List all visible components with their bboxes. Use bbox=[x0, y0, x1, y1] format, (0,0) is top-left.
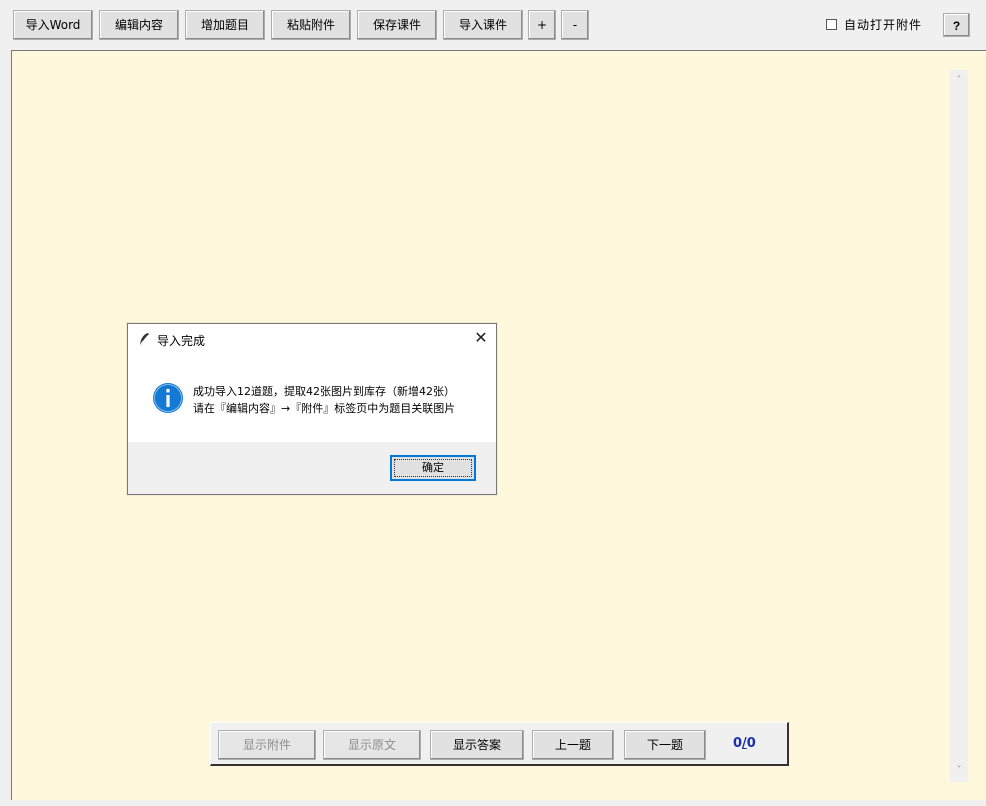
vertical-scrollbar[interactable]: ˄ ˅ bbox=[950, 70, 968, 782]
import-word-button[interactable]: 导入Word bbox=[13, 10, 93, 40]
show-answer-button[interactable]: 显示答案 bbox=[430, 730, 524, 760]
scroll-down-icon[interactable]: ˅ bbox=[950, 762, 968, 780]
import-complete-dialog: 导入完成 ✕ 成功导入12道题，提取42张图片到库存（新增42张） 请在『编辑内… bbox=[127, 323, 497, 495]
dialog-message-line1: 成功导入12道题，提取42张图片到库存（新增42张） bbox=[193, 385, 455, 398]
feather-icon bbox=[139, 333, 149, 346]
focus-ring bbox=[394, 459, 472, 477]
zoom-out-button[interactable]: - bbox=[561, 10, 589, 40]
info-icon bbox=[153, 383, 183, 413]
dialog-message-line2: 请在『编辑内容』→『附件』标签页中为题目关联图片 bbox=[193, 402, 456, 415]
zoom-in-button[interactable]: + bbox=[528, 10, 556, 40]
toolbar: 导入Word 编辑内容 增加题目 粘贴附件 保存课件 导入课件 + - 自动打开… bbox=[0, 0, 986, 48]
edit-content-button[interactable]: 编辑内容 bbox=[99, 10, 179, 40]
ok-button[interactable]: 确定 bbox=[390, 455, 476, 481]
scroll-up-icon[interactable]: ˄ bbox=[950, 72, 968, 90]
dialog-body: 成功导入12道题，提取42张图片到库存（新增42张） 请在『编辑内容』→『附件』… bbox=[128, 354, 496, 442]
auto-open-option[interactable]: 自动打开附件 bbox=[826, 14, 922, 34]
counter-total: 0 bbox=[746, 736, 756, 751]
counter-current: 0 bbox=[733, 736, 743, 751]
help-button[interactable]: ? bbox=[943, 13, 970, 37]
dialog-titlebar: 导入完成 ✕ bbox=[128, 324, 496, 354]
auto-open-label: 自动打开附件 bbox=[844, 17, 923, 32]
show-original-button[interactable]: 显示原文 bbox=[323, 730, 421, 760]
import-courseware-button[interactable]: 导入课件 bbox=[443, 10, 523, 40]
show-attachment-button[interactable]: 显示附件 bbox=[218, 730, 316, 760]
dialog-title: 导入完成 bbox=[157, 334, 206, 348]
navigation-bar: 显示附件 显示原文 显示答案 上一题 下一题 0/0 bbox=[210, 722, 789, 766]
save-courseware-button[interactable]: 保存课件 bbox=[357, 10, 437, 40]
next-question-button[interactable]: 下一题 bbox=[624, 730, 706, 760]
auto-open-checkbox[interactable] bbox=[826, 18, 837, 30]
prev-question-button[interactable]: 上一题 bbox=[532, 730, 614, 760]
bottom-edge bbox=[0, 800, 986, 806]
close-icon[interactable]: ✕ bbox=[472, 329, 490, 347]
paste-attachment-button[interactable]: 粘贴附件 bbox=[271, 10, 351, 40]
question-counter: 0/0 bbox=[733, 736, 756, 751]
add-question-button[interactable]: 增加题目 bbox=[185, 10, 265, 40]
